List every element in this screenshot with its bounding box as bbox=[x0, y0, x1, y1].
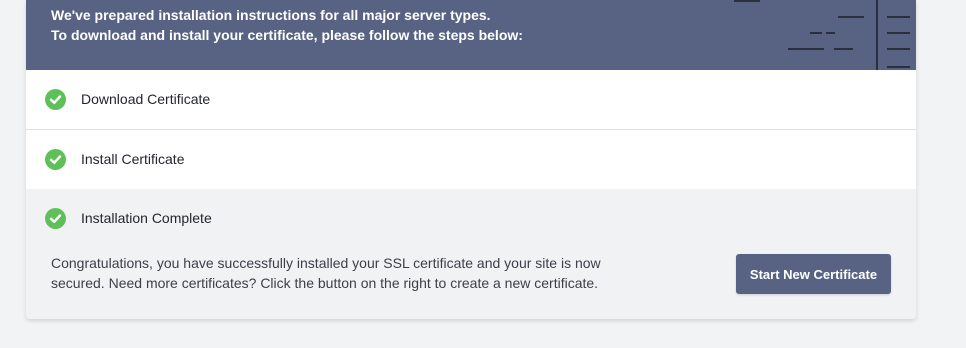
start-new-certificate-button[interactable]: Start New Certificate bbox=[736, 254, 891, 294]
step-download-certificate[interactable]: Download Certificate bbox=[26, 70, 916, 130]
check-circle-icon bbox=[45, 89, 66, 110]
step-label: Install Certificate bbox=[81, 151, 185, 167]
completion-message: Congratulations, you have successfully i… bbox=[51, 253, 651, 293]
instructions-banner: We've prepared installation instructions… bbox=[26, 0, 916, 70]
step-label: Installation Complete bbox=[81, 210, 212, 226]
check-circle-icon bbox=[45, 208, 66, 229]
check-circle-icon bbox=[45, 149, 66, 170]
completion-message-line-1: Congratulations, you have successfully i… bbox=[51, 255, 601, 271]
step-install-certificate[interactable]: Install Certificate bbox=[26, 130, 916, 190]
installation-card: We've prepared installation instructions… bbox=[26, 0, 916, 319]
completion-message-line-2: secured. Need more certificates? Click t… bbox=[51, 275, 599, 291]
step-installation-complete[interactable]: Installation Complete bbox=[26, 189, 916, 248]
server-illustration-graphic bbox=[734, 0, 910, 70]
step-label: Download Certificate bbox=[81, 91, 211, 107]
